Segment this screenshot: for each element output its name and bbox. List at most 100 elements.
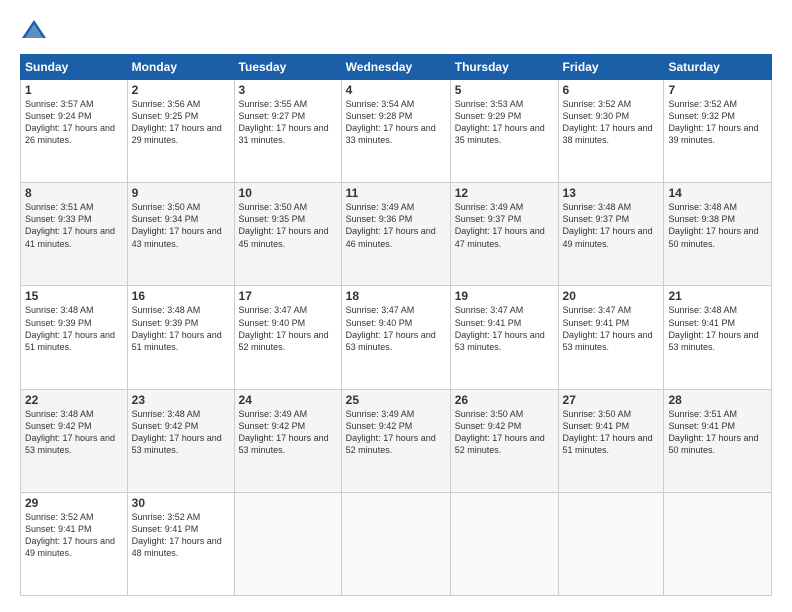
calendar-cell: 2Sunrise: 3:56 AMSunset: 9:25 PMDaylight… — [127, 80, 234, 183]
calendar-cell: 29Sunrise: 3:52 AMSunset: 9:41 PMDayligh… — [21, 492, 128, 595]
logo — [20, 16, 52, 44]
calendar-cell: 16Sunrise: 3:48 AMSunset: 9:39 PMDayligh… — [127, 286, 234, 389]
day-info: Sunrise: 3:56 AMSunset: 9:25 PMDaylight:… — [132, 98, 230, 147]
calendar-cell: 20Sunrise: 3:47 AMSunset: 9:41 PMDayligh… — [558, 286, 664, 389]
calendar-cell: 15Sunrise: 3:48 AMSunset: 9:39 PMDayligh… — [21, 286, 128, 389]
calendar-cell — [664, 492, 772, 595]
day-info: Sunrise: 3:47 AMSunset: 9:40 PMDaylight:… — [346, 304, 446, 353]
day-info: Sunrise: 3:47 AMSunset: 9:41 PMDaylight:… — [455, 304, 554, 353]
weekday-header-friday: Friday — [558, 55, 664, 80]
calendar-cell: 4Sunrise: 3:54 AMSunset: 9:28 PMDaylight… — [341, 80, 450, 183]
day-info: Sunrise: 3:48 AMSunset: 9:39 PMDaylight:… — [132, 304, 230, 353]
day-info: Sunrise: 3:54 AMSunset: 9:28 PMDaylight:… — [346, 98, 446, 147]
day-number: 19 — [455, 289, 554, 303]
day-number: 10 — [239, 186, 337, 200]
day-info: Sunrise: 3:52 AMSunset: 9:30 PMDaylight:… — [563, 98, 660, 147]
calendar-cell: 8Sunrise: 3:51 AMSunset: 9:33 PMDaylight… — [21, 183, 128, 286]
calendar-cell: 12Sunrise: 3:49 AMSunset: 9:37 PMDayligh… — [450, 183, 558, 286]
day-number: 7 — [668, 83, 767, 97]
calendar-cell: 21Sunrise: 3:48 AMSunset: 9:41 PMDayligh… — [664, 286, 772, 389]
calendar-cell: 13Sunrise: 3:48 AMSunset: 9:37 PMDayligh… — [558, 183, 664, 286]
calendar-cell: 5Sunrise: 3:53 AMSunset: 9:29 PMDaylight… — [450, 80, 558, 183]
day-number: 12 — [455, 186, 554, 200]
day-info: Sunrise: 3:48 AMSunset: 9:39 PMDaylight:… — [25, 304, 123, 353]
calendar-cell: 14Sunrise: 3:48 AMSunset: 9:38 PMDayligh… — [664, 183, 772, 286]
calendar-cell: 19Sunrise: 3:47 AMSunset: 9:41 PMDayligh… — [450, 286, 558, 389]
day-number: 4 — [346, 83, 446, 97]
day-number: 9 — [132, 186, 230, 200]
day-number: 5 — [455, 83, 554, 97]
calendar-cell: 22Sunrise: 3:48 AMSunset: 9:42 PMDayligh… — [21, 389, 128, 492]
calendar-cell: 1Sunrise: 3:57 AMSunset: 9:24 PMDaylight… — [21, 80, 128, 183]
calendar-table: SundayMondayTuesdayWednesdayThursdayFrid… — [20, 54, 772, 596]
weekday-header-monday: Monday — [127, 55, 234, 80]
day-number: 8 — [25, 186, 123, 200]
logo-icon — [20, 16, 48, 44]
day-info: Sunrise: 3:51 AMSunset: 9:41 PMDaylight:… — [668, 408, 767, 457]
day-info: Sunrise: 3:48 AMSunset: 9:37 PMDaylight:… — [563, 201, 660, 250]
calendar-cell: 6Sunrise: 3:52 AMSunset: 9:30 PMDaylight… — [558, 80, 664, 183]
weekday-header-sunday: Sunday — [21, 55, 128, 80]
calendar-cell — [450, 492, 558, 595]
day-info: Sunrise: 3:47 AMSunset: 9:40 PMDaylight:… — [239, 304, 337, 353]
day-number: 3 — [239, 83, 337, 97]
calendar-cell: 28Sunrise: 3:51 AMSunset: 9:41 PMDayligh… — [664, 389, 772, 492]
day-number: 29 — [25, 496, 123, 510]
day-info: Sunrise: 3:50 AMSunset: 9:42 PMDaylight:… — [455, 408, 554, 457]
day-info: Sunrise: 3:51 AMSunset: 9:33 PMDaylight:… — [25, 201, 123, 250]
header — [20, 16, 772, 44]
day-number: 21 — [668, 289, 767, 303]
week-row-5: 29Sunrise: 3:52 AMSunset: 9:41 PMDayligh… — [21, 492, 772, 595]
day-info: Sunrise: 3:52 AMSunset: 9:32 PMDaylight:… — [668, 98, 767, 147]
day-info: Sunrise: 3:53 AMSunset: 9:29 PMDaylight:… — [455, 98, 554, 147]
weekday-header-wednesday: Wednesday — [341, 55, 450, 80]
day-info: Sunrise: 3:50 AMSunset: 9:41 PMDaylight:… — [563, 408, 660, 457]
calendar-cell: 25Sunrise: 3:49 AMSunset: 9:42 PMDayligh… — [341, 389, 450, 492]
day-info: Sunrise: 3:49 AMSunset: 9:42 PMDaylight:… — [346, 408, 446, 457]
day-info: Sunrise: 3:48 AMSunset: 9:41 PMDaylight:… — [668, 304, 767, 353]
day-number: 27 — [563, 393, 660, 407]
day-number: 25 — [346, 393, 446, 407]
day-info: Sunrise: 3:48 AMSunset: 9:42 PMDaylight:… — [25, 408, 123, 457]
day-number: 17 — [239, 289, 337, 303]
day-info: Sunrise: 3:50 AMSunset: 9:34 PMDaylight:… — [132, 201, 230, 250]
weekday-header-row: SundayMondayTuesdayWednesdayThursdayFrid… — [21, 55, 772, 80]
calendar-cell: 10Sunrise: 3:50 AMSunset: 9:35 PMDayligh… — [234, 183, 341, 286]
calendar-cell: 18Sunrise: 3:47 AMSunset: 9:40 PMDayligh… — [341, 286, 450, 389]
day-info: Sunrise: 3:57 AMSunset: 9:24 PMDaylight:… — [25, 98, 123, 147]
day-number: 30 — [132, 496, 230, 510]
day-info: Sunrise: 3:48 AMSunset: 9:38 PMDaylight:… — [668, 201, 767, 250]
calendar-cell: 3Sunrise: 3:55 AMSunset: 9:27 PMDaylight… — [234, 80, 341, 183]
calendar-cell: 30Sunrise: 3:52 AMSunset: 9:41 PMDayligh… — [127, 492, 234, 595]
weekday-header-thursday: Thursday — [450, 55, 558, 80]
day-number: 18 — [346, 289, 446, 303]
day-number: 16 — [132, 289, 230, 303]
day-number: 20 — [563, 289, 660, 303]
day-number: 15 — [25, 289, 123, 303]
day-info: Sunrise: 3:48 AMSunset: 9:42 PMDaylight:… — [132, 408, 230, 457]
calendar-cell: 17Sunrise: 3:47 AMSunset: 9:40 PMDayligh… — [234, 286, 341, 389]
calendar-cell — [558, 492, 664, 595]
calendar-cell: 7Sunrise: 3:52 AMSunset: 9:32 PMDaylight… — [664, 80, 772, 183]
day-info: Sunrise: 3:47 AMSunset: 9:41 PMDaylight:… — [563, 304, 660, 353]
day-number: 26 — [455, 393, 554, 407]
day-number: 11 — [346, 186, 446, 200]
day-info: Sunrise: 3:52 AMSunset: 9:41 PMDaylight:… — [132, 511, 230, 560]
calendar-cell — [234, 492, 341, 595]
weekday-header-tuesday: Tuesday — [234, 55, 341, 80]
week-row-3: 15Sunrise: 3:48 AMSunset: 9:39 PMDayligh… — [21, 286, 772, 389]
calendar-cell: 11Sunrise: 3:49 AMSunset: 9:36 PMDayligh… — [341, 183, 450, 286]
day-number: 28 — [668, 393, 767, 407]
calendar-cell: 23Sunrise: 3:48 AMSunset: 9:42 PMDayligh… — [127, 389, 234, 492]
weekday-header-saturday: Saturday — [664, 55, 772, 80]
calendar-cell: 26Sunrise: 3:50 AMSunset: 9:42 PMDayligh… — [450, 389, 558, 492]
day-number: 13 — [563, 186, 660, 200]
calendar-cell — [341, 492, 450, 595]
day-info: Sunrise: 3:50 AMSunset: 9:35 PMDaylight:… — [239, 201, 337, 250]
day-info: Sunrise: 3:49 AMSunset: 9:37 PMDaylight:… — [455, 201, 554, 250]
day-number: 14 — [668, 186, 767, 200]
week-row-4: 22Sunrise: 3:48 AMSunset: 9:42 PMDayligh… — [21, 389, 772, 492]
day-info: Sunrise: 3:52 AMSunset: 9:41 PMDaylight:… — [25, 511, 123, 560]
day-info: Sunrise: 3:49 AMSunset: 9:36 PMDaylight:… — [346, 201, 446, 250]
day-number: 23 — [132, 393, 230, 407]
